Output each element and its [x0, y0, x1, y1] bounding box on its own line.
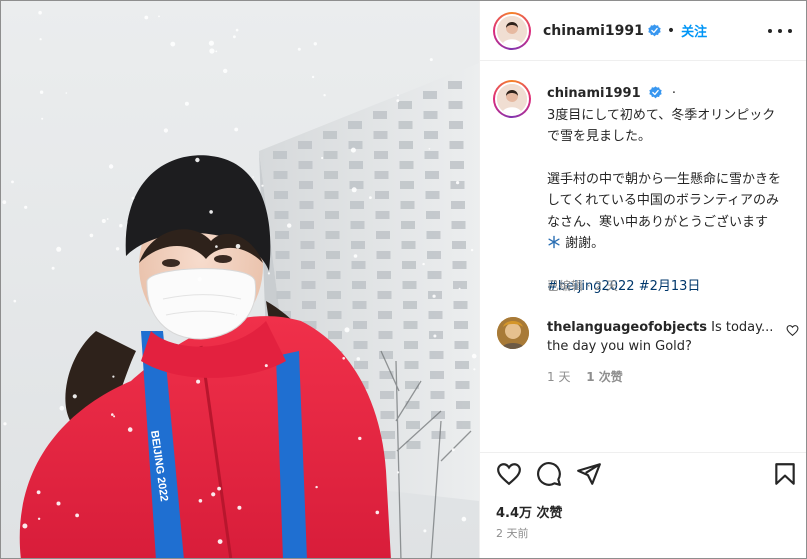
separator-dot: • [666, 22, 676, 39]
author-avatar[interactable] [493, 11, 531, 50]
comment-like-heart-icon[interactable] [786, 324, 799, 337]
caption-username[interactable]: chinami1991 [547, 86, 641, 101]
author-username[interactable]: chinami1991 [543, 23, 644, 39]
verified-badge-icon [648, 24, 661, 37]
comment-likes[interactable]: 1 次赞 [586, 370, 623, 384]
caption-dot: · [671, 86, 677, 101]
commenter-avatar[interactable] [497, 317, 529, 349]
commenter-username[interactable]: thelanguageofobjects [547, 320, 707, 335]
caption-edited-meta: 已编辑 · 2 天 [547, 279, 618, 293]
post-caption: chinami1991 · 3度目にして初めて、冬季オリンピック で雪を見ました… [547, 83, 802, 297]
caption-line: 選手村の中で朝から一生懸命に雪かきを [547, 171, 782, 187]
selfie-image: BEIJING 2022 [1, 1, 479, 558]
comment-time: 1 天 [547, 370, 571, 384]
caption-line: で雪を見ました。 [547, 129, 652, 144]
comments-scroll-area[interactable]: chinami1991 · 3度目にして初めて、冬季オリンピック で雪を見ました… [480, 61, 806, 452]
bookmark-icon[interactable] [772, 461, 798, 487]
post-actions: 4.4万 次赞 2 天前 [480, 452, 806, 558]
comment-meta: 1 天 1 次赞 [547, 368, 623, 385]
heart-icon[interactable] [496, 461, 522, 487]
post-timestamp: 2 天前 [496, 527, 529, 540]
comment-body: thelanguageofobjects Is today... the day… [547, 318, 779, 356]
comment-icon[interactable] [536, 461, 562, 487]
instagram-post-modal: BEIJING 2022 chinami1991 • 关注 chinami199… [0, 0, 807, 559]
share-icon[interactable] [576, 461, 602, 487]
verified-badge-icon [649, 86, 662, 99]
more-options-icon[interactable] [768, 22, 792, 40]
post-header: chinami1991 • 关注 [480, 1, 806, 61]
snowflake-emoji-icon [547, 235, 561, 249]
post-details-panel: chinami1991 • 关注 chinami1991 · 3度目にして初めて… [479, 1, 806, 558]
caption-line: してくれている中国のボランティアのみ [547, 193, 780, 208]
caption-line: 3度目にして初めて、冬季オリンピック [547, 107, 776, 123]
follow-button[interactable]: 关注 [681, 21, 707, 40]
caption-author-avatar[interactable] [493, 80, 531, 118]
hashtag-link[interactable]: #2月13日 [639, 279, 701, 294]
post-photo[interactable]: BEIJING 2022 [1, 1, 479, 558]
caption-line: なさん、寒い中ありがとうございます [547, 214, 769, 230]
like-count[interactable]: 4.4万 次赞 [496, 502, 563, 521]
caption-tail: 謝謝。 [565, 236, 605, 251]
